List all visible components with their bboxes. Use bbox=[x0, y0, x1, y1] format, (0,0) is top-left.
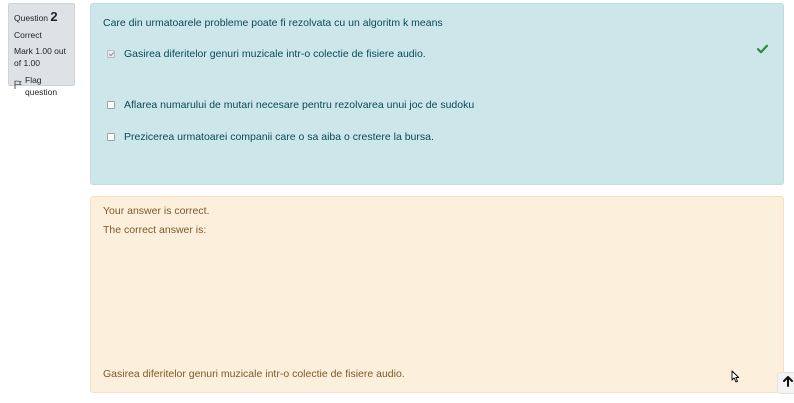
flag-question-label: Flag question bbox=[25, 74, 58, 98]
question-number-value: 2 bbox=[50, 9, 58, 24]
answer-label-2: Aflarea numarului de mutari necesare pen… bbox=[124, 99, 475, 111]
flag-icon bbox=[14, 80, 22, 92]
right-answer-label: The correct answer is: bbox=[103, 224, 207, 236]
question-state: Correct bbox=[14, 29, 42, 40]
question-text: Care din urmatoarele probleme poate fi r… bbox=[103, 17, 443, 29]
answer-checkbox-2[interactable] bbox=[107, 101, 115, 109]
specific-feedback: Your answer is correct. bbox=[103, 205, 210, 217]
question-number: Question 2 bbox=[14, 8, 69, 27]
question-info-panel: Question 2 Correct Mark 1.00 out of 1.00… bbox=[8, 3, 75, 97]
flag-question-toggle[interactable]: Flag question bbox=[14, 74, 69, 99]
answer-option-3[interactable]: Prezicerea urmatoarei companii care o sa… bbox=[107, 131, 434, 143]
answer-label-3: Prezicerea urmatoarei companii care o sa… bbox=[124, 131, 434, 143]
right-answer-text: Gasirea diferitelor genuri muzicale intr… bbox=[103, 368, 405, 380]
question-label: Question bbox=[14, 13, 49, 23]
back-to-top-button[interactable] bbox=[777, 372, 794, 394]
question-formulation: Care din urmatoarele probleme poate fi r… bbox=[90, 3, 784, 185]
answer-checkbox-1[interactable] bbox=[107, 50, 115, 58]
check-icon bbox=[756, 41, 769, 59]
answer-label-1: Gasirea diferitelor genuri muzicale intr… bbox=[124, 48, 426, 60]
feedback-panel: Your answer is correct. The correct answ… bbox=[90, 196, 784, 393]
answer-option-1[interactable]: Gasirea diferitelor genuri muzicale intr… bbox=[107, 48, 426, 60]
mouse-cursor-icon bbox=[731, 370, 740, 388]
question-grade: Mark 1.00 out of 1.00 bbox=[14, 46, 66, 69]
answer-option-2[interactable]: Aflarea numarului de mutari necesare pen… bbox=[107, 99, 474, 111]
arrow-up-icon bbox=[783, 374, 793, 392]
answer-checkbox-3[interactable] bbox=[107, 133, 115, 141]
